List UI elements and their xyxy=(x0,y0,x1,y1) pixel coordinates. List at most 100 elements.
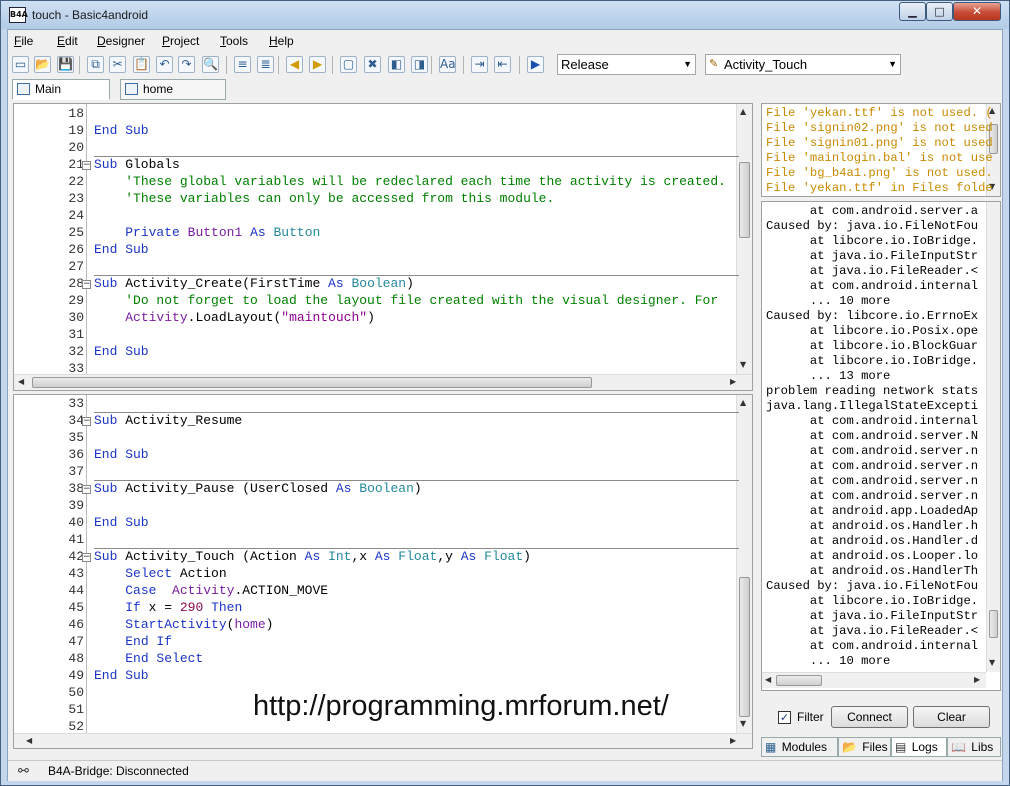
code-line[interactable]: End Sub xyxy=(94,668,149,683)
log-output[interactable]: ▼ ◀ ▶ at com.android.server.a Caused by: … xyxy=(761,201,1001,691)
code-line[interactable]: 'These variables can only be accessed fr… xyxy=(94,191,554,206)
scroll-down-icon[interactable]: ▼ xyxy=(740,719,746,728)
code-line[interactable]: 'Do not forget to load the layout file c… xyxy=(94,293,718,308)
scroll-right-icon[interactable]: ▶ xyxy=(730,377,736,386)
bookmark-prev-icon[interactable]: ◧ xyxy=(388,56,405,73)
toolbar-separator xyxy=(226,56,227,74)
editor-bottom-vscroll[interactable]: ▲ ▼ xyxy=(736,395,752,733)
code-line[interactable]: StartActivity(home) xyxy=(94,617,273,632)
open-folder-icon[interactable]: 📂 xyxy=(34,56,51,73)
tab-modules[interactable]: ▦ Modules xyxy=(761,737,838,757)
paste-icon[interactable]: 📋 xyxy=(133,56,150,73)
menu-help[interactable]: Help xyxy=(269,34,294,48)
code-line[interactable]: Sub Globals xyxy=(94,157,180,172)
code-editor-top[interactable]: 18 19 20 21 22 23 24 25 26 27 28 29 30 31 32 33 ▲ ▼ ◀ ▶… xyxy=(13,103,753,391)
fold-toggle-icon[interactable]: − xyxy=(82,161,91,170)
menu-designer[interactable]: Designer xyxy=(97,34,145,48)
code-line[interactable]: End Sub xyxy=(94,515,149,530)
run-icon[interactable]: ▶ xyxy=(527,56,544,73)
comment-icon[interactable]: ▢ xyxy=(340,56,357,73)
code-line[interactable]: Sub Activity_Resume xyxy=(94,413,242,428)
tab-files[interactable]: 📂 Files xyxy=(838,737,891,757)
scroll-thumb[interactable] xyxy=(32,377,592,388)
code-line[interactable]: Activity.LoadLayout("maintouch") xyxy=(94,310,375,325)
code-line[interactable]: 'These global variables will be redeclar… xyxy=(94,174,726,189)
scroll-left-icon[interactable]: ◀ xyxy=(765,675,771,684)
back-arrow-icon[interactable]: ◀ xyxy=(286,56,303,73)
code-line[interactable]: End Sub xyxy=(94,242,149,257)
scroll-thumb[interactable] xyxy=(989,610,998,638)
menu-project[interactable]: Project xyxy=(162,34,199,48)
warnings-list[interactable]: ▲ ▼ File 'yekan.ttf' is not used. (File … xyxy=(761,103,1001,197)
filter-checkbox[interactable]: ✓ xyxy=(778,711,791,724)
tab-libs[interactable]: 📖 Libs xyxy=(947,737,1001,757)
copy-icon[interactable]: ⧉ xyxy=(87,56,104,73)
scroll-up-icon[interactable]: ▲ xyxy=(740,398,746,407)
code-line[interactable]: Private Button1 As Button xyxy=(94,225,320,240)
indent-icon[interactable]: ≡ xyxy=(234,56,251,73)
code-line[interactable]: End Select xyxy=(94,651,203,666)
editor-top-vscroll[interactable]: ▲ ▼ xyxy=(736,104,752,374)
tab-logs[interactable]: ▤ Logs xyxy=(891,737,947,757)
scroll-right-icon[interactable]: ▶ xyxy=(974,675,980,684)
font-size-icon[interactable]: Aa xyxy=(439,56,456,73)
block-indent-icon[interactable]: ⇥ xyxy=(471,56,488,73)
title-bar[interactable]: B4A touch - Basic4android ▁ □ ✕ xyxy=(1,1,1009,29)
code-line[interactable]: End Sub xyxy=(94,123,149,138)
close-button[interactable]: ✕ xyxy=(953,2,1001,21)
connect-button[interactable]: Connect xyxy=(831,706,908,728)
find-icon[interactable]: 🔍 xyxy=(202,56,219,73)
save-icon[interactable]: 💾 xyxy=(57,56,74,73)
editor-bottom-hscroll[interactable]: ◀ ▶ xyxy=(14,733,752,748)
cut-icon[interactable]: ✂ xyxy=(109,56,126,73)
fold-toggle-icon[interactable]: − xyxy=(82,485,91,494)
clear-button[interactable]: Clear xyxy=(913,706,990,728)
maximize-button[interactable]: □ xyxy=(926,2,953,21)
scroll-left-icon[interactable]: ◀ xyxy=(18,377,24,386)
scroll-thumb[interactable] xyxy=(776,675,822,686)
minimize-button[interactable]: ▁ xyxy=(899,2,926,21)
bookmark-next-icon[interactable]: ◨ xyxy=(411,56,428,73)
code-line[interactable]: Select Action xyxy=(94,566,226,581)
fold-guide xyxy=(86,395,87,733)
outdent-icon[interactable]: ≣ xyxy=(257,56,274,73)
code-line[interactable]: If x = 290 Then xyxy=(94,600,242,615)
redo-icon[interactable]: ↷ xyxy=(178,56,195,73)
forward-arrow-icon[interactable]: ▶ xyxy=(309,56,326,73)
code-line[interactable]: Sub Activity_Pause (UserClosed As Boolea… xyxy=(94,481,422,496)
code-line[interactable]: Case Activity.ACTION_MOVE xyxy=(94,583,328,598)
fold-toggle-icon[interactable]: − xyxy=(82,417,91,426)
code-line[interactable]: End Sub xyxy=(94,344,149,359)
log-hscroll[interactable]: ◀ ▶ xyxy=(762,672,986,688)
menu-tools[interactable]: Tools xyxy=(220,34,248,48)
code-line[interactable]: Sub Activity_Create(FirstTime As Boolean… xyxy=(94,276,414,291)
uncomment-icon[interactable]: ✖ xyxy=(364,56,381,73)
undo-icon[interactable]: ↶ xyxy=(156,56,173,73)
scroll-thumb[interactable] xyxy=(739,577,750,717)
new-file-icon[interactable]: ▭ xyxy=(12,56,29,73)
fold-toggle-icon[interactable]: − xyxy=(82,280,91,289)
scroll-left-icon[interactable]: ◀ xyxy=(26,736,32,745)
editor-top-hscroll[interactable]: ◀ ▶ xyxy=(14,374,752,390)
module-select[interactable]: ✎ Activity_Touch ▼ xyxy=(705,54,901,75)
scroll-right-icon[interactable]: ▶ xyxy=(730,736,736,745)
menu-edit[interactable]: Edit xyxy=(57,34,78,48)
tab-home[interactable]: home xyxy=(120,79,226,100)
build-mode-select[interactable]: Release ▼ xyxy=(557,54,696,75)
log-warning-line: File 'signin01.png' is not used xyxy=(766,136,993,150)
module-select-value: Activity_Touch xyxy=(724,57,808,72)
tab-label: Logs xyxy=(911,740,938,754)
scroll-up-icon[interactable]: ▲ xyxy=(740,107,746,116)
code-line[interactable]: End If xyxy=(94,634,172,649)
log-vscroll[interactable]: ▼ xyxy=(986,202,1000,672)
menu-file[interactable]: File xyxy=(14,34,33,48)
tab-main[interactable]: Main xyxy=(12,79,110,100)
log-line: at com.android.internal xyxy=(766,639,979,653)
block-outdent-icon[interactable]: ⇤ xyxy=(494,56,511,73)
code-line[interactable]: End Sub xyxy=(94,447,149,462)
code-line[interactable]: Sub Activity_Touch (Action As Int,x As F… xyxy=(94,549,531,564)
scroll-down-icon[interactable]: ▼ xyxy=(740,360,746,369)
scroll-down-icon[interactable]: ▼ xyxy=(989,658,995,667)
scroll-thumb[interactable] xyxy=(739,162,750,238)
fold-toggle-icon[interactable]: − xyxy=(82,553,91,562)
